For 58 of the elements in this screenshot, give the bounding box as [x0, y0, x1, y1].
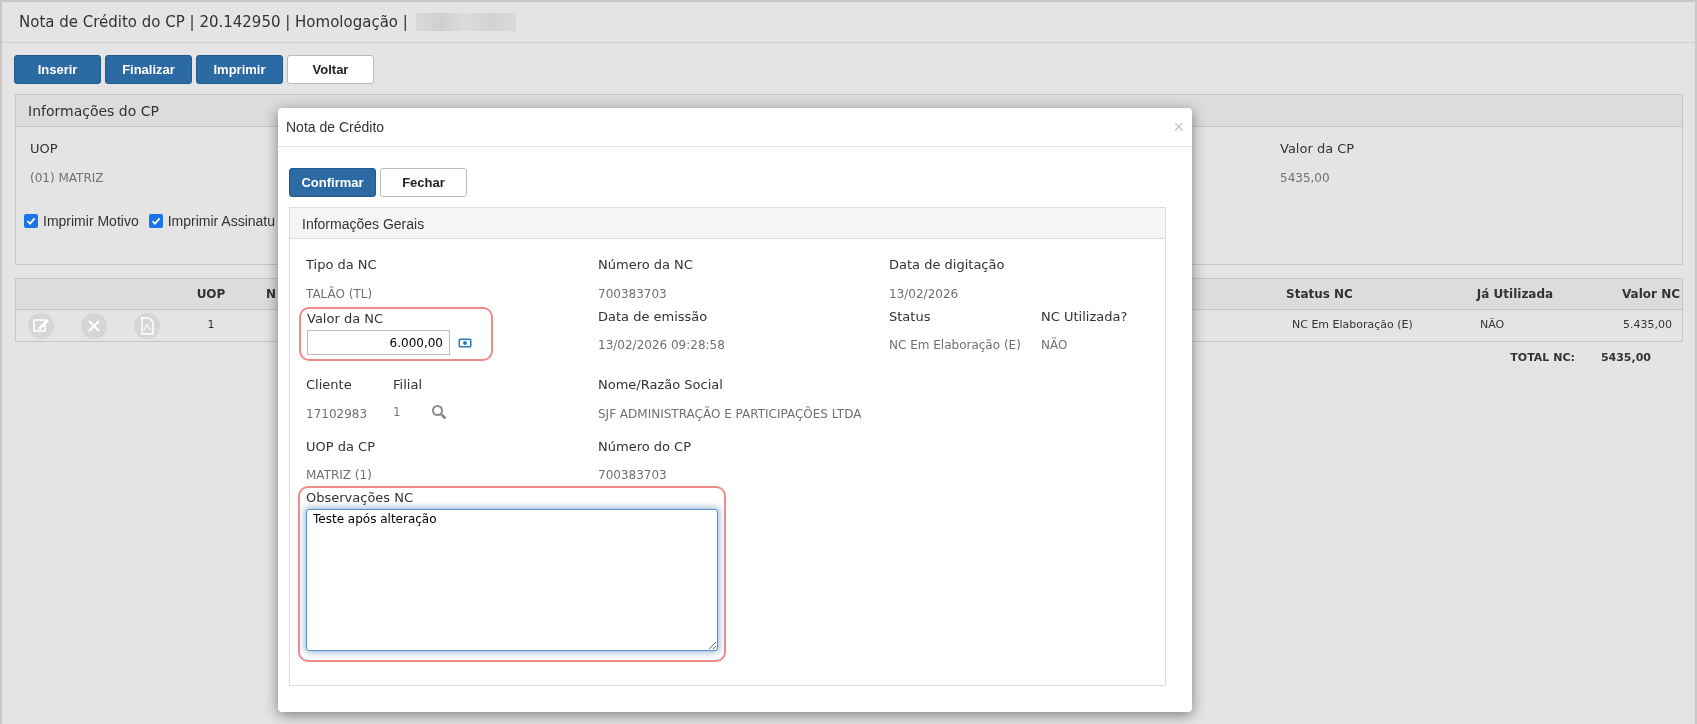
modal-button[interactable]: Confirmar: [289, 168, 376, 197]
field-value: (01) MATRIZ: [30, 169, 104, 187]
table-cell: NÃO: [1480, 317, 1505, 334]
field-label: Número do CP: [598, 437, 692, 456]
checkbox-label: Imprimir Assinatu: [167, 211, 276, 231]
toolbar-button[interactable]: Imprimir: [196, 55, 283, 84]
field-value: 1: [393, 403, 401, 421]
action-button[interactable]: [81, 312, 107, 339]
total-label: TOTAL NC:: [1510, 350, 1575, 366]
field-label: Data de digitação: [889, 256, 1005, 274]
field-value: 17102983: [306, 405, 368, 423]
checkbox[interactable]: [24, 214, 38, 228]
field-value: 700383703: [598, 467, 667, 484]
checkbox[interactable]: [148, 214, 163, 228]
field-value: 700383703: [598, 285, 667, 303]
field-label: Tipo da NC: [306, 256, 377, 274]
column-header: Status NC: [1286, 286, 1353, 303]
modal-button[interactable]: Fechar: [380, 168, 467, 197]
panel-title: Informações Gerais: [290, 208, 1165, 239]
field-value: TALÃO (TL): [306, 285, 373, 303]
toolbar-button[interactable]: Inserir: [14, 55, 101, 84]
field-label: NC Utilizada?: [1041, 307, 1128, 326]
field-label: Cliente: [306, 376, 352, 394]
column-header: N: [266, 286, 277, 303]
search-icon: [430, 403, 447, 420]
field-label: UOP da CP: [306, 437, 375, 456]
field-value: MATRIZ (1): [306, 467, 372, 484]
action-button[interactable]: [134, 312, 160, 339]
page-title: Nota de Crédito do CP | 20.142950 | Homologação |: [19, 11, 408, 33]
checkbox-label: Imprimir Motivo: [43, 211, 139, 231]
total-value: 5435,00: [1600, 350, 1651, 366]
field-label: Valor da NC: [307, 309, 384, 328]
field-value: 5435,00: [1280, 169, 1330, 187]
table-cell: 1: [207, 317, 215, 334]
field-value: 13/02/2026 09:28:58: [598, 337, 725, 354]
field-value: NC Em Elaboração (E): [889, 337, 1021, 354]
field-value: 13/02/2026: [889, 285, 959, 303]
field-label: UOP: [30, 140, 58, 158]
field-value: SJF ADMINISTRAÇÃO E PARTICIPAÇÕES LTDA: [598, 405, 862, 423]
toolbar-button[interactable]: Voltar: [287, 55, 374, 84]
notes-textarea[interactable]: Teste após alteração: [306, 508, 718, 651]
money-icon: [458, 337, 472, 348]
field-label: Observações NC: [306, 489, 414, 507]
field-value: NÃO: [1041, 336, 1068, 354]
table-cell: 5.435,00: [1623, 317, 1672, 334]
column-header: Valor NC: [1621, 286, 1680, 303]
field-label: Status: [889, 307, 931, 326]
field-label: Nome/Razão Social: [598, 376, 723, 394]
field-label: Valor da CP: [1280, 140, 1355, 158]
field-label: Data de emissão: [598, 307, 708, 326]
amount-input[interactable]: 6.000,00: [307, 330, 450, 355]
action-button[interactable]: [28, 312, 54, 339]
table-cell: NC Em Elaboração (E): [1292, 317, 1413, 334]
toolbar-button[interactable]: Finalizar: [105, 55, 192, 84]
field-label: Filial: [393, 376, 423, 394]
column-header: Já Utilizada: [1476, 286, 1554, 303]
field-label: Número da NC: [598, 256, 693, 274]
column-header: UOP: [196, 286, 226, 303]
